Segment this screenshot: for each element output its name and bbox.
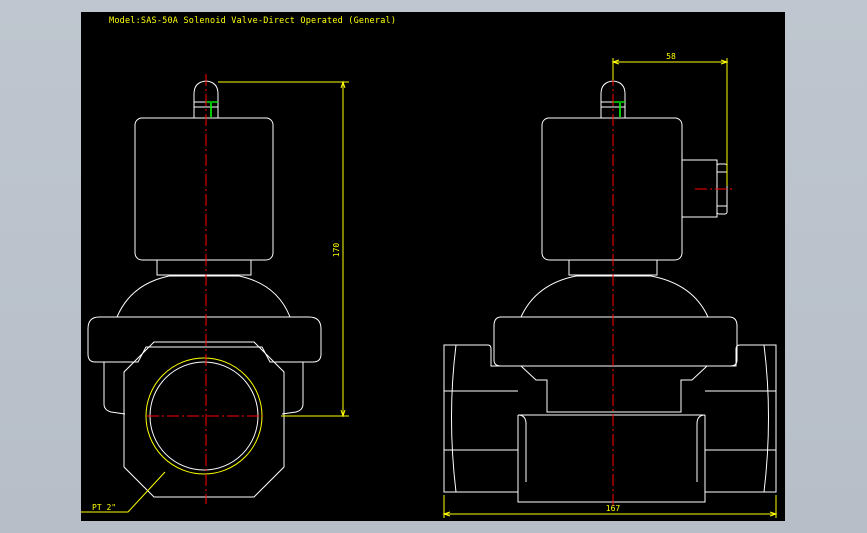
side-centerline (612, 74, 735, 507)
side-bonnet (520, 275, 709, 318)
drawing-canvas[interactable]: Model:SAS-50A Solenoid Valve-Direct Oper… (81, 12, 785, 521)
cad-viewport: Model:SAS-50A Solenoid Valve-Direct Oper… (0, 0, 867, 533)
front-height-dimension (218, 80, 349, 418)
side-body (443, 344, 777, 503)
thread-label: PT 2" (92, 503, 116, 512)
front-view (87, 80, 322, 498)
front-flange (87, 316, 322, 363)
front-bonnet (116, 275, 291, 318)
front-centerline (147, 74, 263, 504)
front-coil (134, 117, 274, 261)
valve-drawing: 170 PT 2" 58 167 (81, 52, 778, 518)
length-dimension-label: 167 (606, 504, 621, 513)
coil-offset-label: 58 (666, 52, 676, 61)
coil-offset-dimension (611, 58, 729, 186)
front-neck (156, 259, 252, 276)
side-coil (541, 117, 683, 261)
side-view (443, 80, 777, 503)
side-flange (493, 316, 738, 367)
height-dimension-label: 170 (332, 243, 341, 258)
